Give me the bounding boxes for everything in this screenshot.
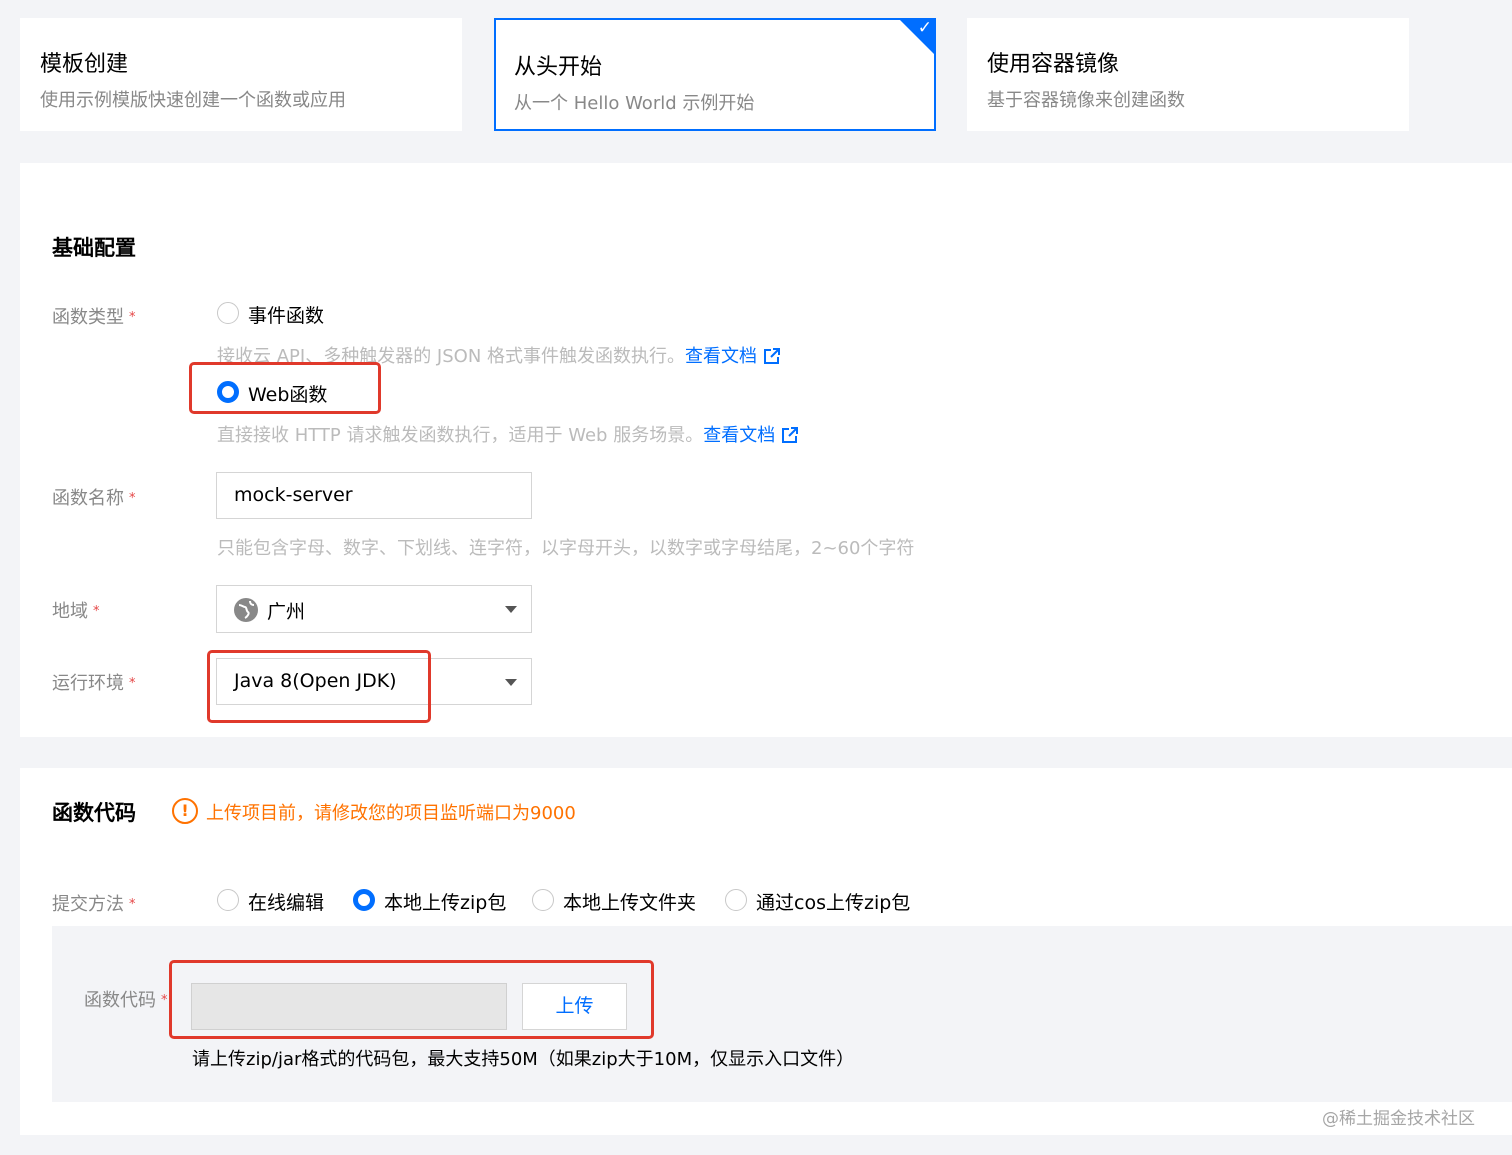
card-title: 模板创建	[40, 52, 129, 77]
card-from-scratch[interactable]: 从头开始 从一个 Hello World 示例开始 ✓	[494, 18, 936, 131]
function-name-input[interactable]: mock-server	[216, 472, 532, 519]
web-function-help: 直接接收 HTTP 请求触发函数执行，适用于 Web 服务场景。查看文档	[217, 421, 799, 449]
region-select[interactable]: 广州	[216, 585, 532, 633]
method-local-folder-label[interactable]: 本地上传文件夹	[563, 888, 696, 915]
annotation-box	[169, 960, 654, 1039]
card-title: 使用容器镜像	[987, 52, 1120, 77]
function-code-title: 函数代码	[52, 801, 136, 825]
card-container-image[interactable]: 使用容器镜像 基于容器镜像来创建函数	[967, 18, 1409, 131]
region-value: 广州	[267, 601, 306, 623]
upload-help: 请上传zip/jar格式的代码包，最大支持50M（如果zip大于10M，仅显示入…	[192, 1049, 855, 1070]
method-local-folder-radio[interactable]	[532, 889, 554, 911]
card-title: 从头开始	[514, 55, 603, 80]
basic-config-title: 基础配置	[52, 236, 136, 260]
annotation-box	[189, 362, 381, 414]
port-warning: 上传项目前，请修改您的项目监听端口为9000	[206, 803, 576, 824]
card-desc: 使用示例模版快速创建一个函数或应用	[40, 90, 346, 111]
method-cos-zip-radio[interactable]	[725, 889, 747, 911]
warning-icon: !	[172, 798, 198, 824]
external-link-icon[interactable]	[763, 348, 781, 370]
checkmark-icon: ✓	[917, 18, 932, 38]
submit-method-label: 提交方法 *	[52, 894, 136, 915]
function-name-help: 只能包含字母、数字、下划线、连字符，以字母开头，以数字或字母结尾，2~60个字符	[217, 538, 915, 559]
method-online-edit-label[interactable]: 在线编辑	[248, 888, 324, 915]
card-desc: 从一个 Hello World 示例开始	[514, 93, 755, 114]
card-desc: 基于容器镜像来创建函数	[987, 90, 1185, 111]
method-online-edit-radio[interactable]	[217, 889, 239, 911]
function-name-value: mock-server	[234, 484, 353, 506]
card-template-create[interactable]: 模板创建 使用示例模版快速创建一个函数或应用	[20, 18, 462, 131]
event-function-radio[interactable]	[217, 302, 239, 324]
method-local-zip-radio[interactable]	[353, 889, 375, 911]
chevron-down-icon	[505, 679, 517, 686]
function-name-label: 函数名称 *	[52, 488, 136, 509]
doc-link[interactable]: 查看文档	[703, 425, 775, 446]
event-function-label[interactable]: 事件函数	[248, 301, 324, 328]
method-local-zip-label[interactable]: 本地上传zip包	[384, 888, 506, 915]
function-code-label: 函数代码 *	[84, 990, 168, 1011]
globe-icon	[233, 597, 259, 627]
method-cos-zip-label[interactable]: 通过cos上传zip包	[756, 888, 910, 915]
runtime-label: 运行环境 *	[52, 673, 136, 694]
external-link-icon[interactable]	[781, 427, 799, 449]
watermark: @稀土掘金技术社区	[1322, 1109, 1475, 1129]
chevron-down-icon	[505, 606, 517, 613]
function-type-label: 函数类型 *	[52, 307, 136, 328]
annotation-box	[207, 650, 431, 723]
region-label: 地域 *	[52, 601, 100, 622]
doc-link[interactable]: 查看文档	[685, 346, 757, 367]
